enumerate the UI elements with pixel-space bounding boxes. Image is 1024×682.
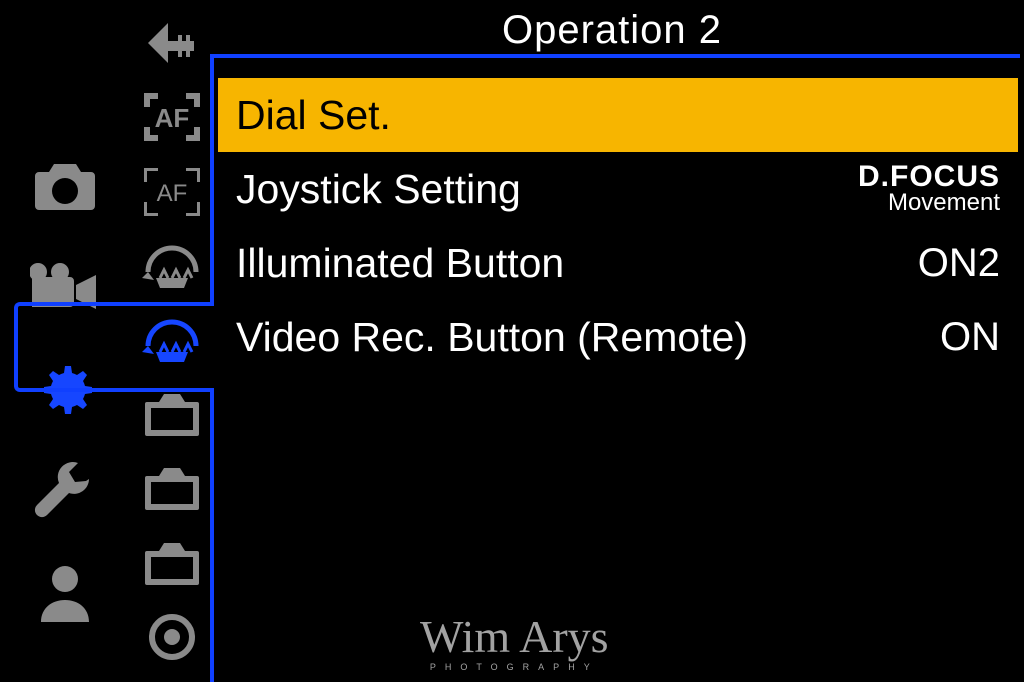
camera-outline-icon xyxy=(143,390,201,438)
menu-item-video-rec-button-remote[interactable]: Video Rec. Button (Remote) ON xyxy=(218,300,1018,374)
primary-tab-rec[interactable] xyxy=(0,150,130,222)
gear-icon xyxy=(34,359,96,421)
menu-item-label: Illuminated Button xyxy=(236,240,564,287)
secondary-tab-monitor2[interactable] xyxy=(130,455,214,521)
svg-text:AF: AF xyxy=(157,180,188,207)
primary-tab-column xyxy=(0,0,130,682)
camera-outline-icon xyxy=(143,539,201,587)
menu-item-label: Video Rec. Button (Remote) xyxy=(236,314,748,361)
primary-tab-custom[interactable] xyxy=(0,354,130,426)
video-icon xyxy=(30,263,100,313)
secondary-tab-monitor1[interactable] xyxy=(130,381,214,447)
primary-tab-setup[interactable] xyxy=(0,456,130,528)
menu-item-illuminated-button[interactable]: Illuminated Button ON2 xyxy=(218,226,1018,300)
camera-outline-icon xyxy=(143,464,201,512)
page-title: Operation 2 xyxy=(214,8,1010,58)
camera-menu-screen: AF AF Operation 2 Dial Set. xyxy=(0,0,1024,682)
primary-tab-video[interactable] xyxy=(0,252,130,324)
secondary-tab-back[interactable] xyxy=(130,10,214,76)
menu-item-value: ON xyxy=(940,317,1000,357)
menu-item-joystick-setting[interactable]: Joystick Setting D.FOCUS Movement xyxy=(218,152,1018,226)
menu-item-value: ON2 xyxy=(918,243,1000,283)
dial-arc-icon xyxy=(140,238,204,294)
wrench-icon xyxy=(34,461,96,523)
secondary-tab-lens[interactable] xyxy=(130,604,214,670)
watermark: Wim Arys PHOTOGRAPHY xyxy=(420,623,609,670)
primary-tab-mymenu[interactable] xyxy=(0,558,130,630)
svg-text:AF: AF xyxy=(155,103,190,133)
dial-arc-icon xyxy=(140,312,204,368)
af-corners-thin-icon: AF xyxy=(142,166,202,218)
menu-item-dial-set[interactable]: Dial Set. xyxy=(218,78,1018,152)
af-corners-bold-icon: AF xyxy=(142,91,202,143)
back-arrow-icon xyxy=(144,19,200,67)
secondary-tab-af2[interactable]: AF xyxy=(130,158,214,224)
menu-item-label: Dial Set. xyxy=(236,92,391,139)
secondary-tab-column: AF AF xyxy=(130,10,214,670)
secondary-tab-af1[interactable]: AF xyxy=(130,84,214,150)
menu-item-value: D.FOCUS Movement xyxy=(858,163,1000,214)
menu-list: Dial Set. Joystick Setting D.FOCUS Movem… xyxy=(218,78,1018,374)
secondary-tab-monitor3[interactable] xyxy=(130,530,214,596)
lens-circle-icon xyxy=(147,612,197,662)
camera-icon xyxy=(33,160,97,212)
person-icon xyxy=(37,564,93,624)
secondary-tab-operation2[interactable] xyxy=(130,307,214,373)
header-divider xyxy=(210,54,1020,58)
secondary-tab-operation1[interactable] xyxy=(130,233,214,299)
menu-item-label: Joystick Setting xyxy=(236,166,521,213)
